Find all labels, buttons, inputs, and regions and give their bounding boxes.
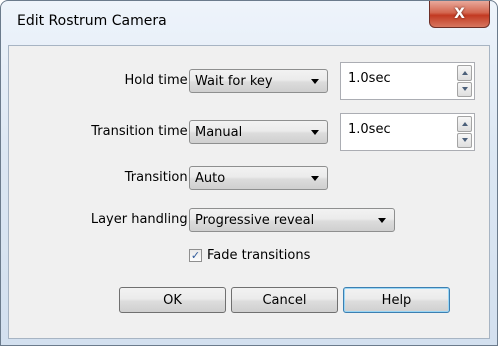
hold-time-duration-value: 1.0sec — [348, 71, 391, 86]
transition-time-select[interactable]: Manual — [189, 120, 328, 144]
fade-transitions-option[interactable]: ✓ Fade transitions — [189, 248, 310, 263]
transition-time-duration-value: 1.0sec — [348, 122, 391, 137]
ok-button[interactable]: OK — [119, 287, 226, 313]
close-button[interactable]: X — [429, 1, 490, 28]
dialog-window: Edit Rostrum Camera X Hold time: Wait fo… — [0, 0, 498, 346]
ok-button-label: OK — [163, 292, 182, 308]
transition-time-duration-spinner[interactable]: 1.0sec — [340, 113, 475, 151]
chevron-down-icon — [311, 129, 319, 135]
checkmark-icon: ✓ — [190, 249, 201, 262]
title-bar[interactable]: Edit Rostrum Camera X — [1, 1, 497, 45]
transition-time-spin-down-button[interactable] — [457, 132, 472, 148]
chevron-down-icon — [378, 217, 386, 223]
transition-time-spin-up-button[interactable] — [457, 116, 472, 132]
dialog-body: Hold time: Wait for key 1.0sec Transitio… — [8, 45, 490, 339]
cancel-button-label: Cancel — [262, 292, 307, 308]
help-button-label: Help — [381, 292, 412, 308]
hold-time-select[interactable]: Wait for key — [189, 69, 328, 93]
layer-handling-value: Progressive reveal — [195, 212, 315, 228]
transition-value: Auto — [195, 170, 226, 186]
cancel-button[interactable]: Cancel — [231, 287, 338, 313]
hold-time-spin-up-button[interactable] — [457, 65, 472, 81]
arrow-up-icon — [461, 70, 468, 75]
transition-time-label: Transition time: — [91, 124, 192, 139]
layer-handling-select[interactable]: Progressive reveal — [189, 208, 395, 232]
help-button[interactable]: Help — [343, 287, 450, 313]
transition-select[interactable]: Auto — [189, 166, 328, 190]
hold-time-value: Wait for key — [195, 73, 273, 89]
chevron-down-icon — [311, 78, 319, 84]
hold-time-label: Hold time: — [124, 73, 192, 88]
arrow-up-icon — [461, 121, 468, 126]
chevron-down-icon — [311, 175, 319, 181]
fade-transitions-label: Fade transitions — [207, 248, 311, 263]
transition-time-value: Manual — [195, 124, 243, 140]
arrow-down-icon — [461, 138, 468, 143]
fade-transitions-checkbox[interactable]: ✓ — [189, 249, 202, 262]
hold-time-spin-down-button[interactable] — [457, 81, 472, 97]
layer-handling-label: Layer handling: — [90, 212, 192, 227]
window-title: Edit Rostrum Camera — [17, 13, 167, 29]
arrow-down-icon — [461, 87, 468, 92]
transition-label: Transition: — [124, 170, 192, 185]
hold-time-duration-spinner[interactable]: 1.0sec — [340, 62, 475, 100]
close-icon: X — [454, 6, 465, 22]
